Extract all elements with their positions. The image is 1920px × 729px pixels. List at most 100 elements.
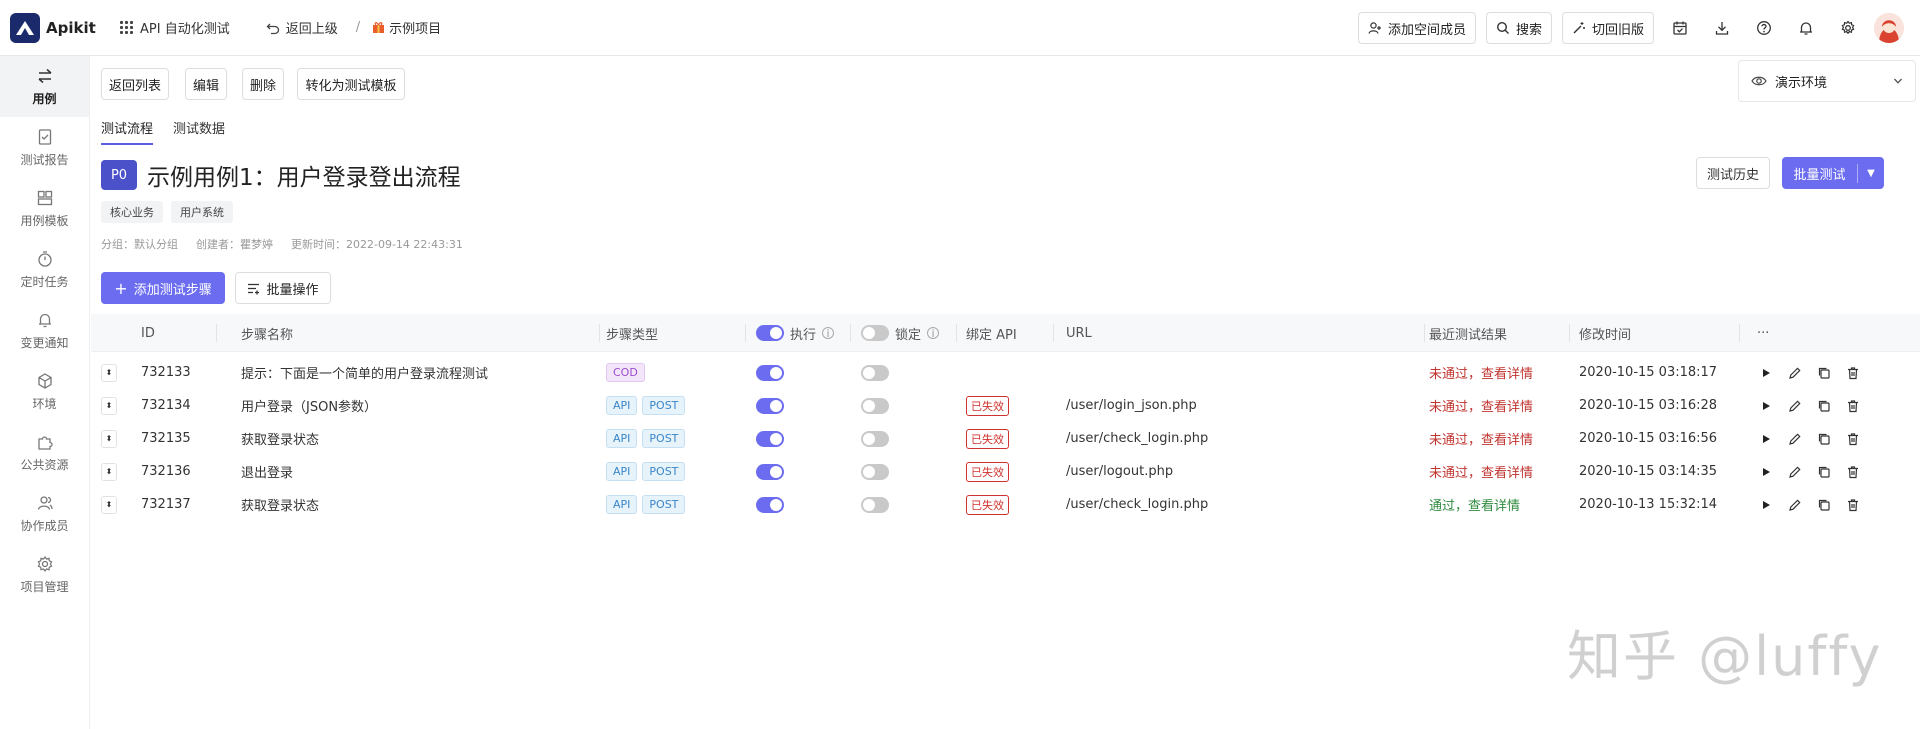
workspace-switcher[interactable]: API 自动化测试 bbox=[120, 18, 230, 37]
back-up-button[interactable]: 返回上级 bbox=[266, 18, 338, 37]
play-icon[interactable] bbox=[1759, 465, 1773, 479]
add-member-button[interactable]: 添加空间成员 bbox=[1357, 12, 1476, 44]
col-more-icon[interactable]: ··· bbox=[1757, 314, 1769, 352]
execute-toggle[interactable] bbox=[756, 430, 784, 447]
table-row[interactable]: ⬍ 732135 获取登录状态 API POST 已失效 /user/check_… bbox=[91, 422, 1920, 455]
execute-toggle[interactable] bbox=[756, 463, 784, 480]
edit-pencil-icon[interactable] bbox=[1788, 399, 1802, 413]
drag-handle-icon[interactable]: ⬍ bbox=[101, 429, 117, 448]
sidebar-item-members[interactable]: 协作成员 bbox=[0, 483, 89, 544]
settings-gear-icon[interactable] bbox=[1832, 12, 1864, 44]
table-row[interactable]: ⬍ 732137 获取登录状态 API POST 已失效 /user/check_… bbox=[91, 488, 1920, 521]
tab-test-data[interactable]: 测试数据 bbox=[173, 118, 225, 145]
play-icon[interactable] bbox=[1759, 399, 1773, 413]
test-history-button[interactable]: 测试历史 bbox=[1696, 157, 1770, 189]
sidebar-item-shared-resources[interactable]: 公共资源 bbox=[0, 422, 89, 483]
result-link[interactable]: 未通过，查看详情 bbox=[1429, 363, 1533, 382]
notification-bell-icon[interactable] bbox=[1790, 12, 1822, 44]
copy-icon[interactable] bbox=[1817, 366, 1831, 380]
execute-toggle[interactable] bbox=[756, 496, 784, 513]
column-divider bbox=[1739, 324, 1740, 342]
search-icon bbox=[1496, 21, 1509, 34]
column-divider bbox=[850, 324, 851, 342]
edit-pencil-icon[interactable] bbox=[1788, 432, 1802, 446]
back-up-label: 返回上级 bbox=[285, 22, 338, 37]
table-row[interactable]: ⬍ 732134 用户登录（JSON参数） API POST 已失效 /user/… bbox=[91, 389, 1920, 422]
trash-icon[interactable] bbox=[1846, 366, 1860, 380]
bulk-operations-button[interactable]: 批量操作 bbox=[235, 272, 331, 304]
result-link[interactable]: 未通过，查看详情 bbox=[1429, 429, 1533, 448]
download-icon[interactable] bbox=[1706, 12, 1738, 44]
chevron-down-icon[interactable]: ▼ bbox=[1858, 168, 1884, 179]
lock-toggle[interactable] bbox=[861, 463, 889, 480]
play-icon[interactable] bbox=[1759, 366, 1773, 380]
edit-button[interactable]: 编辑 bbox=[185, 68, 227, 100]
lock-toggle[interactable] bbox=[861, 397, 889, 414]
grid-icon bbox=[120, 20, 134, 35]
table-row[interactable]: ⬍ 732136 退出登录 API POST 已失效 /user/logout.p… bbox=[91, 455, 1920, 488]
delete-button[interactable]: 删除 bbox=[242, 68, 284, 100]
convert-to-template-button[interactable]: 转化为测试模板 bbox=[297, 68, 405, 100]
step-name[interactable]: 用户登录（JSON参数） bbox=[241, 389, 377, 422]
sidebar-item-reports[interactable]: 测试报告 bbox=[0, 117, 89, 178]
step-name[interactable]: 获取登录状态 bbox=[241, 488, 319, 521]
user-avatar[interactable] bbox=[1874, 13, 1904, 43]
lock-toggle[interactable] bbox=[861, 430, 889, 447]
column-divider bbox=[216, 324, 217, 342]
sidebar-item-project-settings[interactable]: 项目管理 bbox=[0, 544, 89, 605]
trash-icon[interactable] bbox=[1846, 465, 1860, 479]
drag-handle-icon[interactable]: ⬍ bbox=[101, 363, 117, 382]
copy-icon[interactable] bbox=[1817, 498, 1831, 512]
result-link[interactable]: 未通过，查看详情 bbox=[1429, 396, 1533, 415]
lock-toggle[interactable] bbox=[861, 364, 889, 381]
trash-icon[interactable] bbox=[1846, 432, 1860, 446]
execute-toggle[interactable] bbox=[756, 397, 784, 414]
search-button[interactable]: 搜索 bbox=[1485, 12, 1552, 44]
play-icon[interactable] bbox=[1759, 498, 1773, 512]
trash-icon[interactable] bbox=[1846, 399, 1860, 413]
sidebar-item-scheduled-tasks[interactable]: 定时任务 bbox=[0, 239, 89, 300]
trash-icon[interactable] bbox=[1846, 498, 1860, 512]
sidebar-item-templates[interactable]: 用例模板 bbox=[0, 178, 89, 239]
drag-handle-icon[interactable]: ⬍ bbox=[101, 396, 117, 415]
cube-icon bbox=[37, 372, 52, 389]
back-to-list-button[interactable]: 返回列表 bbox=[101, 68, 169, 100]
old-version-button[interactable]: 切回旧版 bbox=[1561, 12, 1654, 44]
table-row[interactable]: ⬍ 732133 提示：下面是一个简单的用户登录流程测试 COD 未通过，查看详… bbox=[91, 356, 1920, 389]
drag-handle-icon[interactable]: ⬍ bbox=[101, 462, 117, 481]
sidebar-item-cases[interactable]: 用例 bbox=[0, 56, 89, 117]
add-test-step-button[interactable]: + 添加测试步骤 bbox=[101, 272, 225, 304]
tab-test-flow[interactable]: 测试流程 bbox=[101, 118, 154, 145]
drag-handle-icon[interactable]: ⬍ bbox=[101, 495, 117, 514]
step-name[interactable]: 退出登录 bbox=[241, 455, 293, 488]
execute-all-toggle[interactable] bbox=[756, 325, 784, 341]
edit-pencil-icon[interactable] bbox=[1788, 366, 1802, 380]
sidebar-item-environments[interactable]: 环境 bbox=[0, 361, 89, 422]
environment-selector[interactable]: 演示环境 bbox=[1738, 60, 1916, 102]
project-breadcrumb[interactable]: 示例项目 bbox=[372, 18, 441, 37]
api-status-badge: 已失效 bbox=[966, 428, 1009, 449]
execute-toggle[interactable] bbox=[756, 364, 784, 381]
edit-pencil-icon[interactable] bbox=[1788, 465, 1802, 479]
result-link[interactable]: 通过，查看详情 bbox=[1429, 495, 1520, 514]
sidebar-item-notifications[interactable]: 变更通知 bbox=[0, 300, 89, 361]
lock-all-toggle[interactable] bbox=[861, 325, 889, 341]
result-link[interactable]: 未通过，查看详情 bbox=[1429, 462, 1533, 481]
copy-icon[interactable] bbox=[1817, 465, 1831, 479]
edit-pencil-icon[interactable] bbox=[1788, 498, 1802, 512]
play-icon[interactable] bbox=[1759, 432, 1773, 446]
lock-toggle[interactable] bbox=[861, 496, 889, 513]
sidebar-item-label: 环境 bbox=[32, 396, 57, 411]
calendar-check-icon[interactable] bbox=[1664, 12, 1696, 44]
step-name[interactable]: 获取登录状态 bbox=[241, 422, 319, 455]
list-icon bbox=[248, 283, 260, 294]
app-logo[interactable]: Apikit bbox=[10, 12, 98, 43]
copy-icon[interactable] bbox=[1817, 399, 1831, 413]
sidebar-item-label: 公共资源 bbox=[20, 457, 69, 472]
copy-icon[interactable] bbox=[1817, 432, 1831, 446]
step-name[interactable]: 提示：下面是一个简单的用户登录流程测试 bbox=[241, 356, 488, 389]
help-icon[interactable] bbox=[1748, 12, 1780, 44]
watermark: 知乎 @luffy bbox=[1567, 625, 1883, 688]
step-type: API POST bbox=[606, 389, 690, 422]
batch-test-button[interactable]: 批量测试 ▼ bbox=[1782, 157, 1884, 189]
